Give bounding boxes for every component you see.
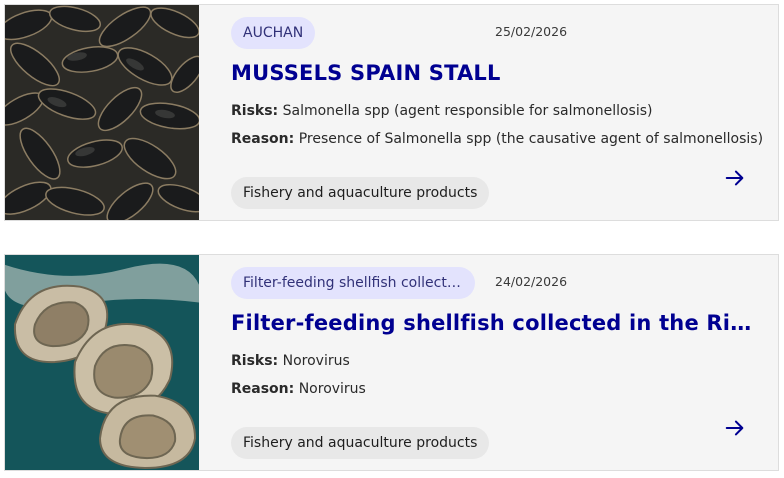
category-pill: Fishery and aquaculture products (231, 177, 490, 209)
reason-label: Reason: (231, 381, 295, 397)
card-content: AUCHAN 25/02/2026 MUSSELS SPAIN STALL Ri… (231, 5, 778, 220)
card-title[interactable]: Filter-feeding shellfish collected in th… (231, 311, 761, 335)
risks-line: Risks: Norovirus (231, 353, 350, 369)
risks-label: Risks: (231, 103, 279, 119)
risks-value: Norovirus (282, 353, 350, 369)
reason-value: Presence of Salmonella spp (the causativ… (298, 131, 764, 147)
oysters-image (5, 255, 199, 470)
distributor-tag: AUCHAN (231, 17, 316, 49)
publication-date: 25/02/2026 (495, 24, 568, 39)
recall-card[interactable]: Filter-feeding shellfish collecte... 24/… (4, 254, 779, 471)
card-title[interactable]: MUSSELS SPAIN STALL (231, 61, 761, 85)
recall-card[interactable]: AUCHAN 25/02/2026 MUSSELS SPAIN STALL Ri… (4, 4, 779, 221)
category-tag: Filter-feeding shellfish collecte... (231, 267, 475, 299)
risks-line: Risks: Salmonella spp (agent responsible… (231, 103, 652, 119)
reason-value: Norovirus (298, 381, 366, 397)
risks-label: Risks: (231, 353, 279, 369)
arrow-right-icon[interactable] (724, 167, 746, 189)
reason-line: Reason: Presence of Salmonella spp (the … (231, 131, 763, 147)
reason-label: Reason: (231, 131, 295, 147)
publication-date: 24/02/2026 (495, 274, 568, 289)
category-pill: Fishery and aquaculture products (231, 427, 490, 459)
arrow-right-icon[interactable] (724, 417, 746, 439)
reason-line: Reason: Norovirus (231, 381, 366, 397)
mussels-image (5, 5, 199, 220)
risks-value: Salmonella spp (agent responsible for sa… (282, 103, 653, 119)
card-content: Filter-feeding shellfish collecte... 24/… (231, 255, 778, 470)
